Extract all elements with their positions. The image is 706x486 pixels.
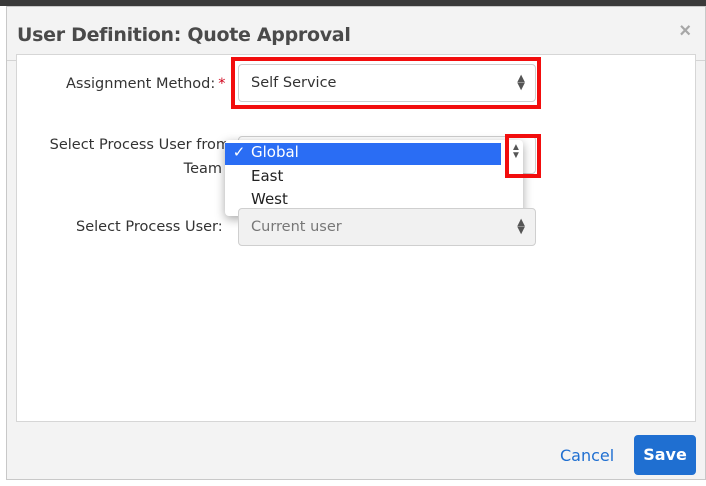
team-dropdown-list: ✓ Global East West (225, 140, 523, 216)
close-icon[interactable]: × (679, 21, 691, 41)
dialog-title: User Definition: Quote Approval (17, 24, 351, 46)
team-option-global[interactable]: ✓ Global (225, 143, 501, 165)
team-option-label: West (251, 190, 288, 208)
assignment-method-label-text: Assignment Method: (66, 76, 216, 92)
required-marker: * (218, 76, 226, 92)
process-user-from-team-label-line2: Team (183, 161, 222, 177)
dialog-header: User Definition: Quote Approval × (7, 7, 705, 61)
select-arrows-icon: ▲ ▼ (517, 217, 525, 236)
process-user-value: Current user (251, 219, 342, 235)
highlight-box-assignment (231, 57, 541, 109)
process-user-select[interactable]: Current user ▲ ▼ (238, 208, 536, 246)
process-user-from-team-label-line1: Select Process User from (49, 137, 230, 153)
team-option-east[interactable]: East (225, 167, 501, 189)
check-icon: ✓ (232, 143, 246, 161)
highlight-box-team-arrow (505, 134, 541, 178)
process-user-label: Select Process User: (76, 219, 223, 235)
team-option-label: Global (251, 143, 299, 161)
team-option-label: East (251, 167, 284, 185)
assignment-method-label: Assignment Method: * (66, 76, 226, 92)
cancel-button[interactable]: Cancel (560, 446, 614, 465)
save-button[interactable]: Save (634, 435, 696, 475)
